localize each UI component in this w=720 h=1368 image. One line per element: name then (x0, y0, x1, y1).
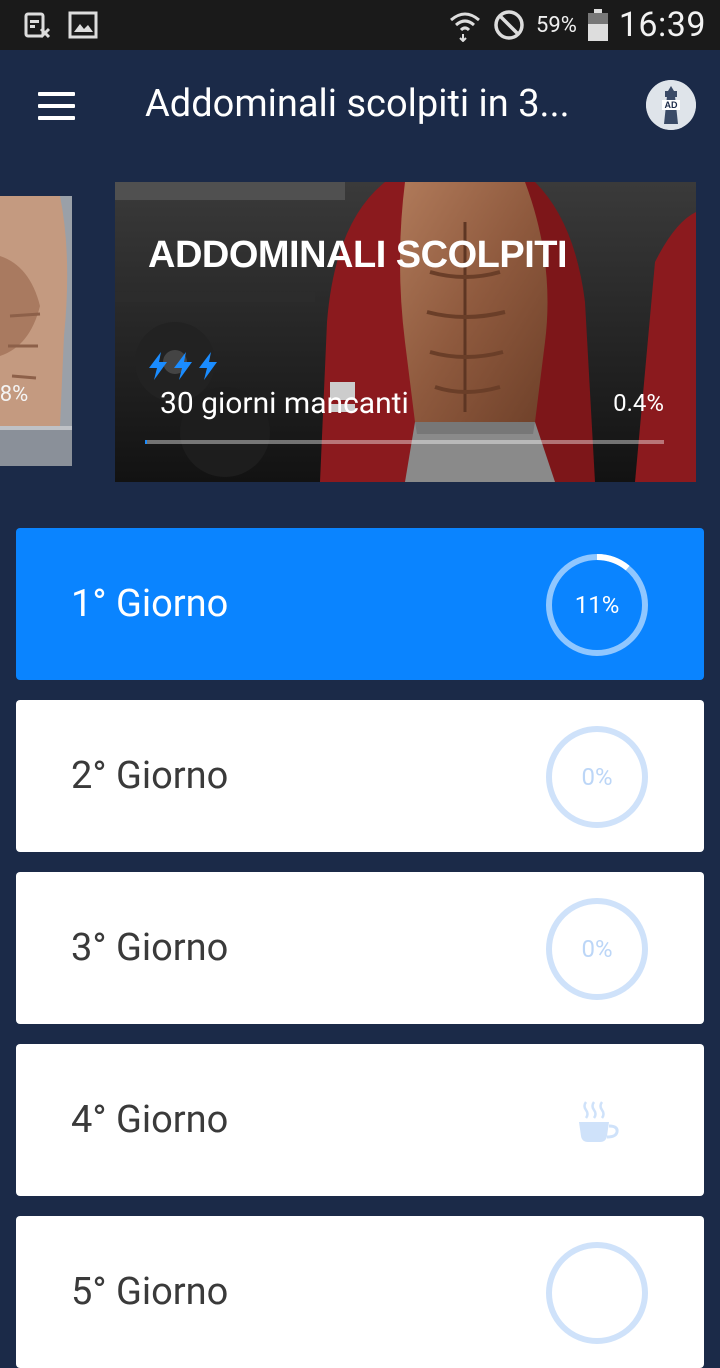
previous-card-percent: .8% (0, 382, 29, 407)
lightning-icon (149, 352, 167, 380)
app-title: Addominali scolpiti in 3... (145, 82, 570, 126)
program-card-background (115, 182, 696, 482)
program-card-title: ADDOMINALI SCOLPITI (148, 234, 568, 276)
day-label: 4° Giorno (71, 1098, 229, 1142)
do-not-disturb-icon (494, 10, 524, 40)
day-item[interactable]: 1° Giorno 11% (16, 528, 704, 680)
day-item[interactable]: 2° Giorno 0% (16, 700, 704, 852)
day-progress-text: 0% (581, 763, 613, 791)
program-progress-bar (145, 440, 664, 444)
day-label: 1° Giorno (71, 582, 229, 626)
ad-lighthouse-icon[interactable]: AD (646, 80, 696, 130)
app-bar: Addominali scolpiti in 3... AD (0, 50, 720, 162)
hamburger-menu-icon[interactable] (28, 80, 84, 132)
day-progress-text: 0% (581, 935, 613, 963)
day-label: 2° Giorno (71, 754, 229, 798)
day-item[interactable]: 5° Giorno (16, 1216, 704, 1368)
coffee-cup-icon (579, 1101, 619, 1142)
day-item[interactable]: 3° Giorno 0% (16, 872, 704, 1024)
program-percent: 0.4% (613, 389, 664, 417)
image-icon (68, 11, 98, 39)
difficulty-level (147, 352, 219, 380)
program-progress-fill (145, 440, 148, 444)
lightning-icon (199, 352, 217, 380)
battery-icon (587, 9, 608, 41)
ad-badge-text: AD (665, 100, 678, 110)
day-progress-text (544, 1240, 650, 1346)
day-label: 5° Giorno (71, 1270, 229, 1314)
previous-card-progress-bar (0, 426, 72, 430)
program-card[interactable]: ADDOMINALI SCOLPITI 30 giorni mancanti 0… (115, 182, 696, 482)
day-progress-text: 11% (574, 591, 620, 619)
lightning-icon (174, 352, 192, 380)
previous-program-card[interactable]: .8% (0, 196, 72, 466)
day-item[interactable]: 4° Giorno (16, 1044, 704, 1196)
days-remaining: 30 giorni mancanti (160, 386, 409, 421)
status-bar: 59% 16:39 (0, 0, 720, 50)
day-label: 3° Giorno (71, 926, 229, 970)
wifi-icon (450, 12, 480, 42)
clock: 16:39 (618, 5, 706, 45)
battery-percent: 59% (535, 12, 577, 38)
sim-blocked-icon (24, 12, 51, 39)
